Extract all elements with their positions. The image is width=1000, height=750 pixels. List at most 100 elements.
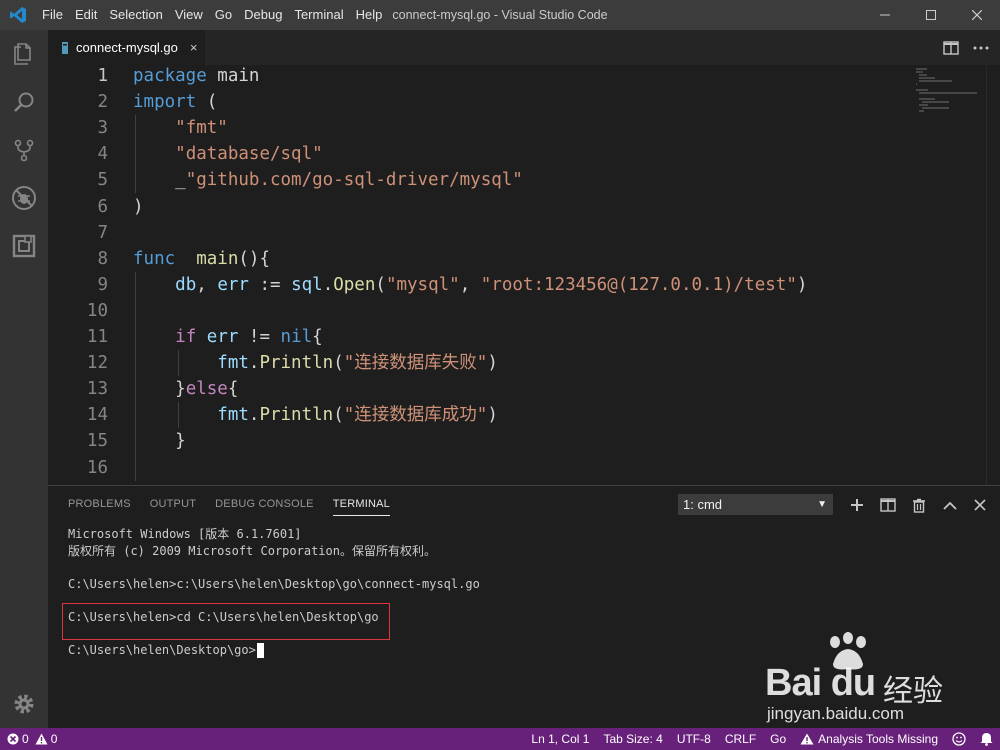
split-terminal-icon[interactable] [875,492,901,518]
code-token: fmt [217,405,249,426]
code-token: "fmt" [175,118,228,139]
code-token: != [238,327,281,347]
code-token: if [175,327,197,347]
code-token: (){ [238,248,270,269]
code-text: "fmt" [133,115,228,141]
code-line: 2 import ( [48,89,918,115]
code-token: import [133,92,197,113]
code-editor[interactable]: 1 package main 2 import (3 "fmt" 4 "database… [48,65,1000,485]
file-encoding[interactable]: UTF-8 [670,728,718,750]
minimap-line [916,83,917,85]
indent-guide [177,402,179,429]
minimap-line [919,80,953,82]
code-text: db, err := sql.Open("mysql", "root:12345… [133,272,807,298]
window-controls [862,0,1000,30]
code-token: Println [259,405,334,426]
extensions-icon[interactable] [0,222,48,270]
maximize-icon[interactable] [908,0,954,30]
code-token: ( [196,92,218,113]
code-text: } [133,428,186,454]
cursor-position[interactable]: Ln 1, Col 1 [524,728,596,750]
maximize-panel-chevron-up-icon[interactable] [937,492,963,518]
code-text: if err != nil{ [133,324,323,350]
tab-label: connect-mysql.go [76,40,178,55]
close-panel-icon[interactable] [967,492,993,518]
language-mode[interactable]: Go [763,728,793,750]
terminal-output[interactable]: Microsoft Windows [版本 6.1.7601] 版权所有 (c) … [62,526,988,726]
code-token: , [196,274,218,295]
search-icon[interactable] [0,78,48,126]
minimize-icon[interactable] [862,0,908,30]
source-control-icon[interactable] [0,126,48,174]
terminal-line: Microsoft Windows [版本 6.1.7601] [68,526,302,543]
line-number: 4 [97,144,108,165]
code-token: fmt [217,353,249,374]
close-window-icon[interactable] [954,0,1000,30]
panel-tab-debug-console[interactable]: DEBUG CONSOLE [215,486,314,522]
panel-tab-output[interactable]: OUTPUT [150,486,196,522]
code-token: else [185,379,228,400]
minimap-line [919,77,936,79]
panel-tab-problems[interactable]: PROBLEMS [68,486,131,522]
minimap-line [916,89,928,91]
problems-status[interactable]: 0 0 [0,728,64,750]
terminal-cursor [256,643,264,659]
status-bar-right: Ln 1, Col 1 Tab Size: 4 UTF-8 CRLF Go An… [524,728,1000,750]
new-terminal-icon[interactable] [844,492,870,518]
settings-gear-icon[interactable] [0,680,48,728]
menu-selection[interactable]: Selection [103,0,168,30]
vscode-logo-icon [0,0,36,30]
code-token: sql [291,274,323,295]
line-number: 8 [97,248,108,269]
editor-vertical-scrollbar[interactable] [986,65,1000,485]
line-number: 3 [97,118,108,139]
menu-go[interactable]: Go [209,0,238,30]
code-line: 1 package main [48,65,918,89]
tab-size[interactable]: Tab Size: 4 [596,728,669,750]
tab-connect-mysql-go[interactable]: connect-mysql.go × [48,30,205,65]
panel-tab-terminal[interactable]: TERMINAL [332,486,391,522]
kill-terminal-trash-icon[interactable] [906,492,932,518]
line-number: 13 [86,379,108,400]
line-number: 16 [86,457,108,478]
code-token: "mysql" [385,274,460,295]
feedback-smiley-icon[interactable] [945,728,973,750]
line-number: 1 [97,66,108,86]
debug-icon[interactable] [0,174,48,222]
analysis-tools-status[interactable]: Analysis Tools Missing [793,728,945,750]
menu-file[interactable]: File [36,0,69,30]
more-actions-icon[interactable] [966,30,996,65]
explorer-icon[interactable] [0,30,48,78]
menu-edit[interactable]: Edit [69,0,103,30]
code-line: 6) [48,194,918,220]
code-line: 14 fmt.Println("连接数据库成功") [48,402,918,428]
terminal-line-text: 版权所有 (c) 2009 Microsoft Corporation。保留所有… [68,543,436,558]
line-number: 7 [97,222,108,243]
code-line: 13 }else{ [48,376,918,402]
terminal-line: C:\Users\helen>cd C:\Users\helen\Desktop… [68,609,379,626]
menu-terminal[interactable]: Terminal [288,0,349,30]
menu-view[interactable]: View [169,0,209,30]
code-token: ) [796,274,808,295]
menu-help[interactable]: Help [350,0,389,30]
minimap-line [916,71,924,73]
code-token: main [206,66,260,86]
terminal-select[interactable]: 1: cmd ▼ [678,494,833,515]
minimap[interactable] [916,65,986,485]
code-token: , [459,274,481,295]
tab-close-icon[interactable]: × [190,40,198,55]
end-of-line[interactable]: CRLF [718,728,763,750]
notifications-bell-icon[interactable] [973,728,1000,750]
terminal-line-text: C:\Users\helen>cd C:\Users\helen\Desktop… [68,610,379,624]
code-token: ( [375,274,386,295]
split-editor-icon[interactable] [936,30,966,65]
code-line: 15 } [48,428,918,454]
code-token: . [322,274,334,295]
terminal-line-text: C:\Users\helen>c:\Users\helen\Desktop\go… [68,576,480,591]
menu-debug[interactable]: Debug [238,0,288,30]
code-token: } [133,431,186,452]
code-token: Println [259,353,334,374]
